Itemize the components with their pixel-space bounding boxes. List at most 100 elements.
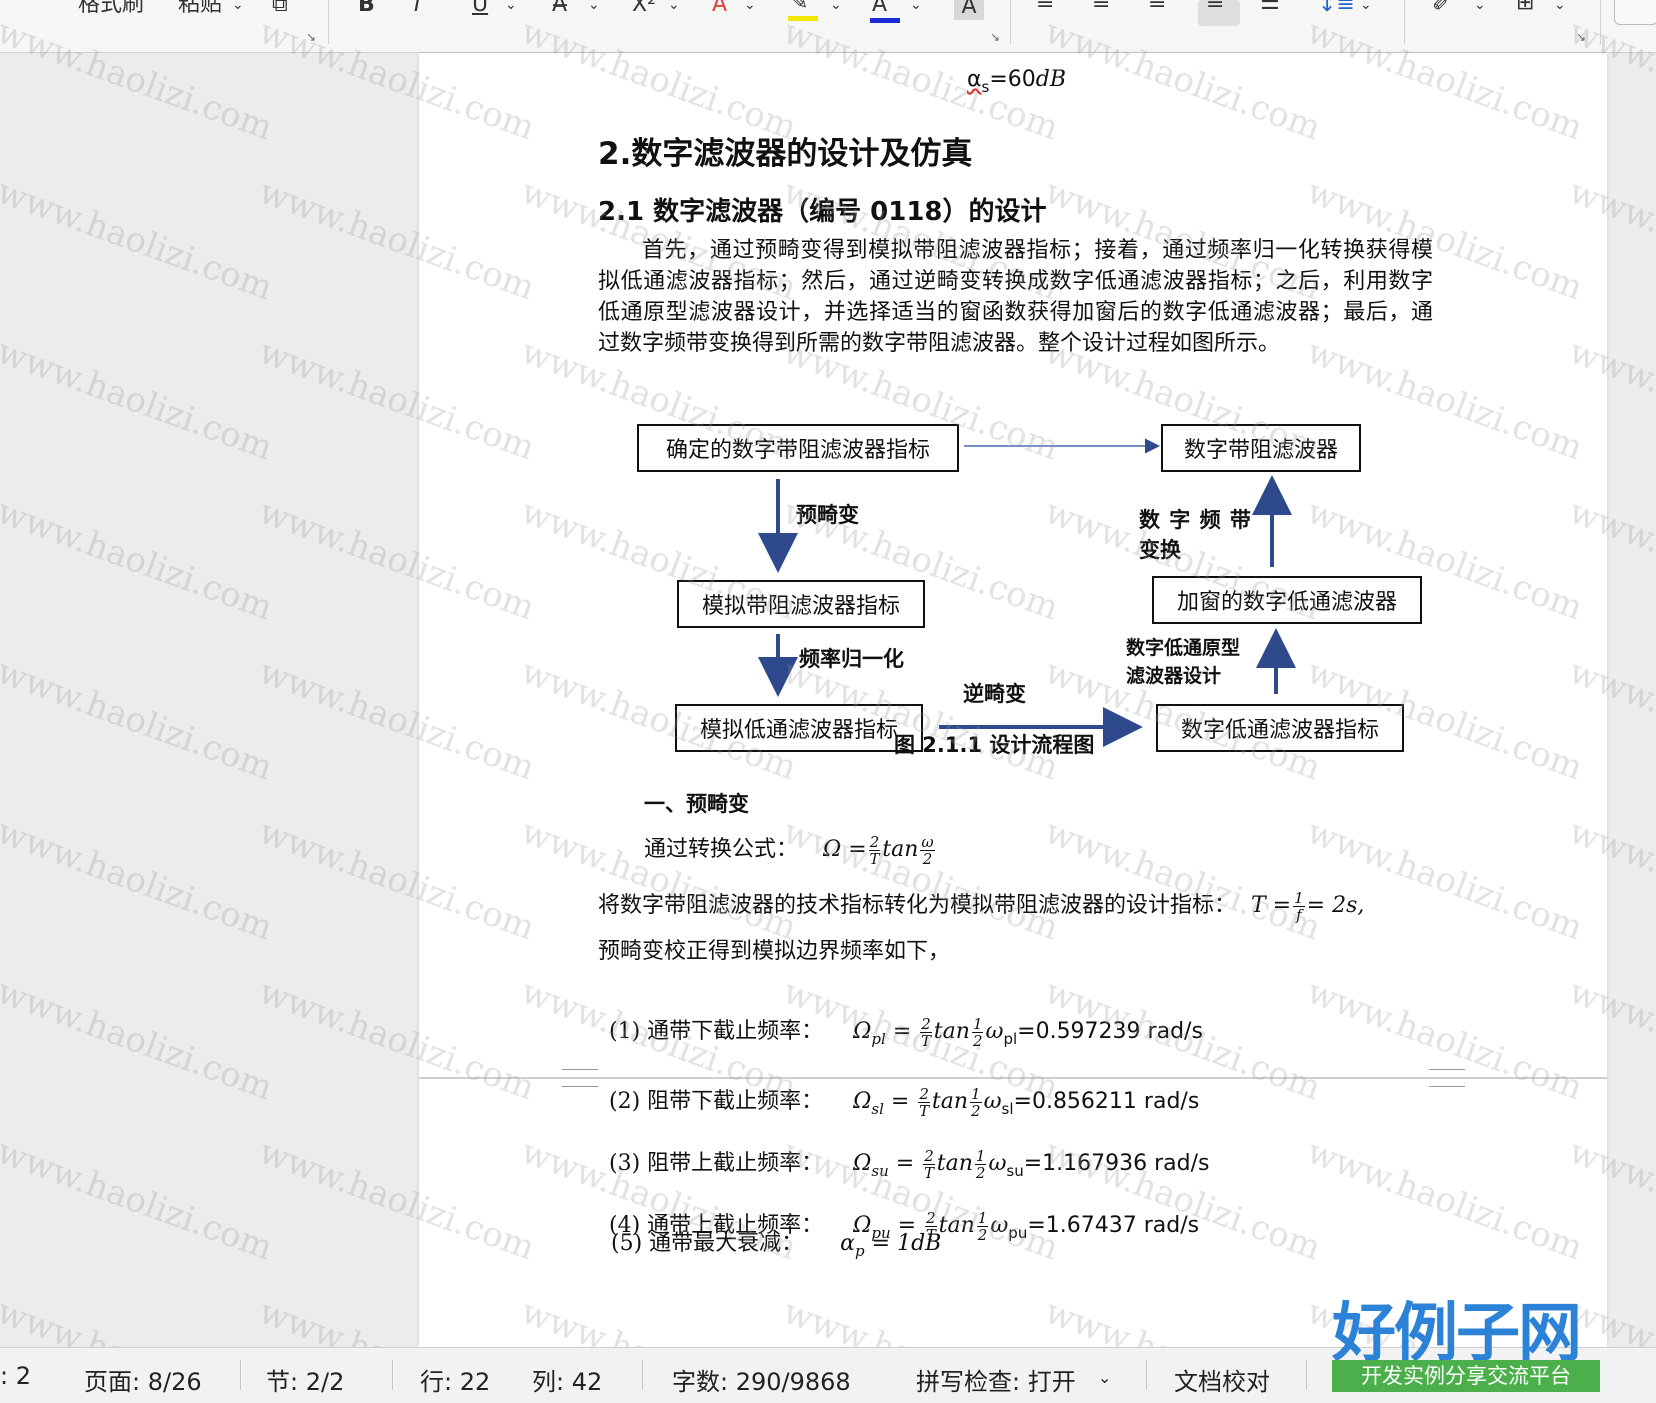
paste-dropdown-icon[interactable]: ⌄	[232, 0, 244, 24]
omega-symbol: Ω	[853, 1019, 872, 1044]
dialog-launcher-icon[interactable]: ↘	[306, 30, 316, 44]
fraction-2-over-T: 2T	[923, 1146, 935, 1182]
text-effect-dropdown-icon[interactable]: ⌄	[744, 0, 756, 24]
borders-dropdown-icon[interactable]: ⌄	[1554, 0, 1566, 24]
omega-subscript: pu	[871, 1224, 891, 1242]
shading-dropdown-icon[interactable]: ⌄	[1474, 0, 1486, 24]
paste-button[interactable]: 粘贴	[178, 0, 222, 24]
status-sections: : 2	[0, 1362, 31, 1390]
margin-corner-left	[562, 1069, 598, 1087]
document-page[interactable]: αs=60dB 2.数字滤波器的设计及仿真 2.1 数字滤波器（编号 0118）…	[419, 53, 1607, 1347]
strike-dropdown-icon[interactable]: ⌄	[588, 0, 600, 24]
watermark-text: www.haolizi.com	[0, 971, 278, 1109]
highlight-dropdown-icon[interactable]: ⌄	[830, 0, 842, 24]
distributed-align-icon[interactable]: ☰	[1260, 0, 1280, 22]
font-dialog-launcher-icon[interactable]: ↘	[990, 30, 1000, 44]
status-spell-check[interactable]: 拼写检查: 打开	[916, 1362, 1076, 1397]
frequency-item: (4) 通带上截止频率： Ωpu = 2 Ttan 1 2 ωpu=1.67437 rad…	[609, 1208, 1200, 1244]
label-predistort: 预畸变	[796, 503, 859, 527]
superscript-button[interactable]: X²	[632, 0, 656, 24]
status-proofread[interactable]: 文档校对	[1174, 1362, 1270, 1397]
font-color-dropdown-icon[interactable]: ⌄	[910, 0, 922, 24]
tan-function: tan	[933, 1019, 970, 1044]
omega-subscript: sl	[871, 1100, 884, 1118]
borders-icon[interactable]: ⊞	[1516, 0, 1534, 22]
styles-gallery[interactable]	[1614, 0, 1656, 25]
fraction-1-over-2: 12	[976, 1208, 989, 1244]
watermark-text: www.haolizi.com	[0, 811, 278, 949]
status-col[interactable]: 列: 42	[532, 1362, 602, 1397]
status-section[interactable]: 节: 2/2	[266, 1362, 344, 1397]
status-row[interactable]: 行: 22	[420, 1362, 490, 1397]
superscript-dropdown-icon[interactable]: ⌄	[668, 0, 680, 24]
align-center-icon[interactable]: ≡	[1092, 0, 1110, 22]
underline-dropdown-icon[interactable]: ⌄	[505, 0, 517, 24]
margin-corner-right	[1429, 1069, 1465, 1087]
italic-button[interactable]: I	[414, 0, 421, 24]
fraction-1-over-f: 1f	[1293, 888, 1305, 924]
fraction-1-over-2: 12	[970, 1084, 982, 1120]
omega-subscript: pl	[871, 1030, 886, 1048]
strikethrough-button[interactable]: A̶	[552, 0, 567, 24]
bold-button[interactable]: B	[358, 0, 375, 24]
fraction-2-over-T: 2T	[918, 1084, 930, 1120]
site-logo: 好例子网 开发实例分享交流平台	[1332, 1282, 1600, 1392]
tan-function: tan	[882, 837, 919, 862]
fraction-2-over-T: 2T	[920, 1014, 932, 1050]
fraction-omega-over-2: ω2	[920, 832, 935, 868]
status-divider	[642, 1360, 643, 1390]
underline-button[interactable]: U	[472, 0, 488, 24]
period-formula: T =	[1251, 893, 1292, 918]
section-predistort-heading: 一、预畸变	[644, 792, 749, 816]
formula-intro-line: 通过转换公式： Ω = 2 Ttan ω 2	[644, 831, 937, 867]
omega-subscript: su	[871, 1162, 889, 1180]
highlight-icon[interactable]: ✎	[788, 0, 818, 22]
omega-digital-subscript: pl	[1003, 1030, 1018, 1048]
toolbar-divider	[328, 0, 329, 44]
char-shading-button[interactable]: A	[954, 0, 984, 20]
logo-subtitle: 开发实例分享交流平台	[1332, 1360, 1600, 1392]
justify-icon[interactable]: ≡	[1206, 0, 1224, 22]
text-effect-button[interactable]: A	[712, 0, 727, 24]
align-right-icon[interactable]: ≡	[1148, 0, 1166, 22]
frequency-item: (3) 阻带上截止频率： Ωsu = 2 Ttan 1 2 ωsu=1.167936 ra…	[609, 1146, 1210, 1182]
toolbar-divider	[1600, 0, 1601, 44]
toolbar-divider	[1010, 0, 1011, 44]
frequency-value: =0.856211 rad/s	[1013, 1089, 1200, 1114]
toolbar-divider	[1404, 0, 1405, 44]
status-divider	[240, 1360, 241, 1390]
watermark-text: www.haolizi.com	[0, 651, 278, 789]
status-divider	[1306, 1360, 1307, 1390]
label-normalize: 频率归一化	[799, 647, 904, 671]
copy-icon[interactable]: ⧉	[272, 0, 288, 24]
frequency-value: =1.67437 rad/s	[1027, 1213, 1200, 1238]
status-page[interactable]: 页面: 8/26	[84, 1362, 202, 1397]
omega-symbol: Ω	[853, 1213, 872, 1238]
status-divider	[392, 1360, 393, 1390]
spec-conversion-line: 将数字带阻滤波器的技术指标转化为模拟带阻滤波器的设计指标： T = 1 f = 2s,	[598, 887, 1364, 923]
ribbon-toolbar: 格式刷 粘贴 ⌄ ⧉ ↘ B I U ⌄ A̶ ⌄ X² ⌄ A ⌄ ✎ ⌄ A…	[0, 0, 1656, 53]
label-prototype-2: 滤波器设计	[1126, 665, 1222, 687]
line-spacing-icon[interactable]: ↕≡	[1318, 0, 1355, 24]
frequency-label: (2) 阻带下截止频率：	[609, 1089, 824, 1114]
frequency-label: (3) 阻带上截止频率：	[609, 1151, 824, 1176]
shading-icon[interactable]: ✐	[1432, 0, 1450, 24]
tan-function: tan	[936, 1151, 973, 1176]
format-painter-button[interactable]: 格式刷	[78, 0, 144, 24]
omega-symbol: Ω	[853, 1151, 872, 1176]
paragraph-dialog-launcher-icon[interactable]: ↘	[1576, 30, 1586, 44]
spell-dropdown-icon[interactable]: ⌄	[1098, 1368, 1111, 1387]
frequency-value: =1.167936 rad/s	[1023, 1151, 1210, 1176]
line-spacing-dropdown-icon[interactable]: ⌄	[1360, 0, 1372, 24]
fraction-1-over-2: 12	[974, 1146, 987, 1182]
tan-function: tan	[938, 1213, 975, 1238]
watermark-text: www.haolizi.com	[0, 171, 278, 309]
font-color-swatch	[870, 18, 900, 23]
fraction-1-over-2: 12	[971, 1014, 984, 1050]
align-left-icon[interactable]: ≡	[1036, 0, 1054, 22]
status-word-count[interactable]: 字数: 290/9868	[672, 1362, 851, 1397]
watermark-text: www.haolizi.com	[0, 491, 278, 629]
highlight-color-swatch	[788, 16, 818, 21]
label-prototype-1: 数字低通原型	[1126, 637, 1241, 659]
period-value: = 2s,	[1306, 893, 1365, 918]
